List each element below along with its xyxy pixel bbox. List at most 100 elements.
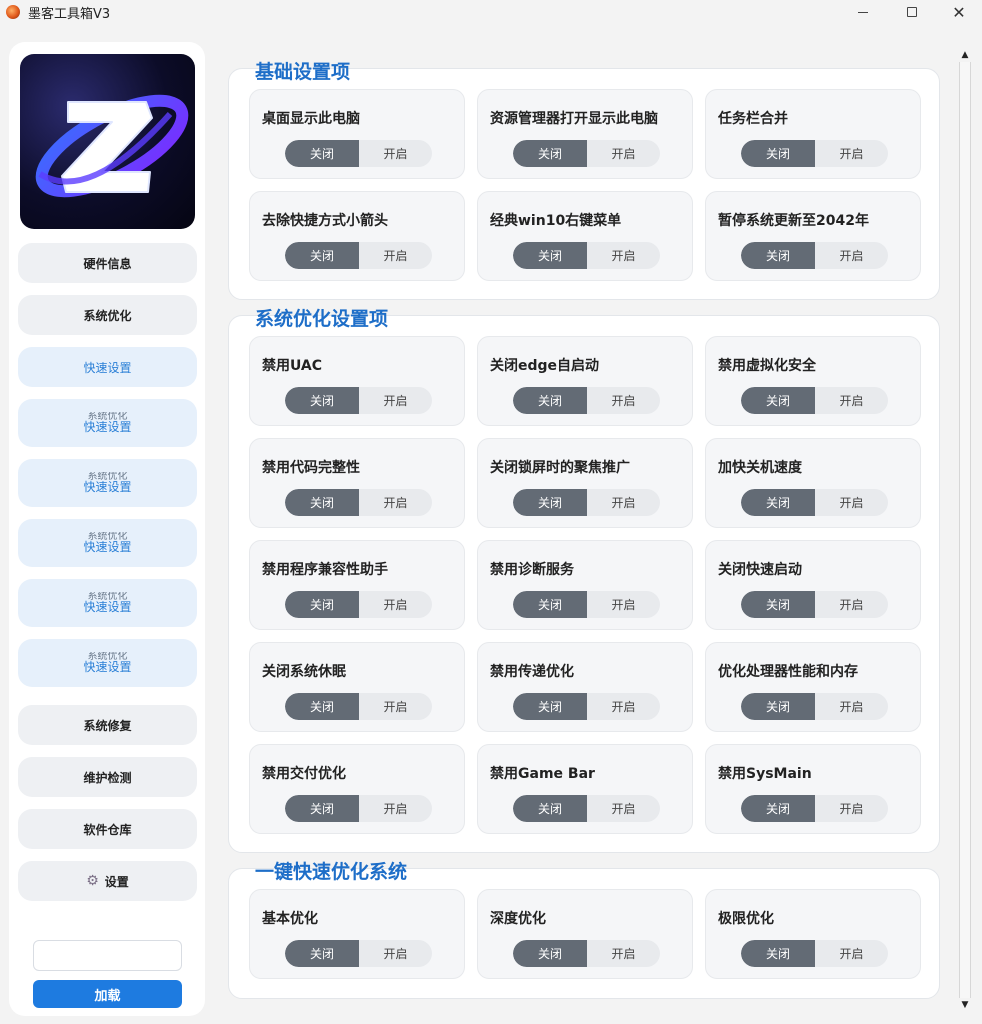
toggle-on-option[interactable]: 开启	[359, 591, 432, 618]
toggle-off-option[interactable]: 关闭	[285, 242, 359, 269]
toggle-on-option[interactable]: 开启	[587, 940, 660, 967]
nav-system-repair[interactable]: 系统修复	[18, 705, 197, 745]
toggle-off-option[interactable]: 关闭	[513, 591, 587, 618]
on-off-toggle[interactable]: 关闭 开启	[285, 591, 432, 618]
on-off-toggle[interactable]: 关闭 开启	[513, 591, 660, 618]
toggle-on-option[interactable]: 开启	[587, 489, 660, 516]
toggle-on-option[interactable]: 开启	[815, 387, 888, 414]
toggle-on-option[interactable]: 开启	[359, 795, 432, 822]
toggle-off-option[interactable]: 关闭	[285, 591, 359, 618]
maximize-button[interactable]	[889, 0, 935, 24]
toggle-on-option[interactable]: 开启	[815, 489, 888, 516]
minimize-button[interactable]	[840, 0, 886, 24]
on-off-toggle[interactable]: 关闭 开启	[741, 591, 888, 618]
toggle-off-option[interactable]: 关闭	[741, 489, 815, 516]
load-input[interactable]	[33, 940, 182, 971]
sidebar: 硬件信息 系统优化 快速设置 系统优化 快速设置 系统优化 快速设置 系统优化 …	[9, 42, 205, 1016]
toggle-off-option[interactable]: 关闭	[285, 387, 359, 414]
nav-hardware-info[interactable]: 硬件信息	[18, 243, 197, 283]
app-icon	[6, 5, 20, 19]
on-off-toggle[interactable]: 关闭 开启	[513, 140, 660, 167]
toggle-off-option[interactable]: 关闭	[513, 489, 587, 516]
on-off-toggle[interactable]: 关闭 开启	[741, 489, 888, 516]
toggle-off-option[interactable]: 关闭	[285, 140, 359, 167]
nav-quick-settings-4[interactable]: 系统优化 快速设置	[18, 519, 197, 567]
toggle-off-option[interactable]: 关闭	[741, 242, 815, 269]
on-off-toggle[interactable]: 关闭 开启	[285, 140, 432, 167]
toggle-off-option[interactable]: 关闭	[741, 387, 815, 414]
toggle-on-option[interactable]: 开启	[359, 242, 432, 269]
nav-quick-settings-5[interactable]: 系统优化 快速设置	[18, 579, 197, 627]
scroll-track[interactable]	[959, 62, 971, 998]
on-off-toggle[interactable]: 关闭 开启	[741, 795, 888, 822]
on-off-toggle[interactable]: 关闭 开启	[285, 489, 432, 516]
toggle-off-option[interactable]: 关闭	[741, 140, 815, 167]
on-off-toggle[interactable]: 关闭 开启	[741, 140, 888, 167]
toggle-on-option[interactable]: 开启	[815, 242, 888, 269]
on-off-toggle[interactable]: 关闭 开启	[513, 940, 660, 967]
toggle-on-option[interactable]: 开启	[587, 140, 660, 167]
toggle-on-option[interactable]: 开启	[359, 489, 432, 516]
setting-label: 桌面显示此电脑	[262, 111, 360, 127]
on-off-toggle[interactable]: 关闭 开启	[741, 940, 888, 967]
on-off-toggle[interactable]: 关闭 开启	[285, 693, 432, 720]
toggle-on-option[interactable]: 开启	[587, 591, 660, 618]
toggle-on-option[interactable]: 开启	[359, 387, 432, 414]
setting-label: 任务栏合并	[718, 111, 788, 127]
on-off-toggle[interactable]: 关闭 开启	[741, 693, 888, 720]
toggle-on-option[interactable]: 开启	[587, 387, 660, 414]
toggle-off-option[interactable]: 关闭	[285, 489, 359, 516]
toggle-off-option[interactable]: 关闭	[741, 940, 815, 967]
toggle-off-option[interactable]: 关闭	[741, 591, 815, 618]
toggle-on-option[interactable]: 开启	[815, 940, 888, 967]
nav-maintenance-check[interactable]: 维护检测	[18, 757, 197, 797]
close-button[interactable]: ✕	[936, 0, 982, 24]
toggle-off-option[interactable]: 关闭	[513, 242, 587, 269]
toggle-off-option[interactable]: 关闭	[513, 140, 587, 167]
nav-settings[interactable]: ⚙ 设置	[18, 861, 197, 901]
nav-software-store[interactable]: 软件仓库	[18, 809, 197, 849]
on-off-toggle[interactable]: 关闭 开启	[513, 489, 660, 516]
on-off-toggle[interactable]: 关闭 开启	[513, 795, 660, 822]
setting-card: 任务栏合并关闭 开启	[705, 89, 921, 179]
nav-quick-settings-3[interactable]: 系统优化 快速设置	[18, 459, 197, 507]
load-button[interactable]: 加载	[33, 980, 182, 1008]
toggle-off-option[interactable]: 关闭	[285, 940, 359, 967]
toggle-on-option[interactable]: 开启	[359, 940, 432, 967]
nav-system-optimize[interactable]: 系统优化	[18, 295, 197, 335]
toggle-off-option[interactable]: 关闭	[285, 693, 359, 720]
nav-ghost-label: 系统优化	[87, 652, 128, 660]
toggle-on-option[interactable]: 开启	[359, 140, 432, 167]
on-off-toggle[interactable]: 关闭 开启	[285, 387, 432, 414]
on-off-toggle[interactable]: 关闭 开启	[513, 242, 660, 269]
on-off-toggle[interactable]: 关闭 开启	[741, 387, 888, 414]
toggle-off-option[interactable]: 关闭	[513, 940, 587, 967]
vertical-scrollbar[interactable]: ▲ ▼	[956, 42, 974, 1018]
nav-quick-settings-2[interactable]: 系统优化 快速设置	[18, 399, 197, 447]
on-off-toggle[interactable]: 关闭 开启	[513, 387, 660, 414]
on-off-toggle[interactable]: 关闭 开启	[285, 940, 432, 967]
nav-label: 快速设置	[83, 420, 132, 434]
on-off-toggle[interactable]: 关闭 开启	[285, 795, 432, 822]
toggle-on-option[interactable]: 开启	[359, 693, 432, 720]
toggle-on-option[interactable]: 开启	[815, 591, 888, 618]
toggle-on-option[interactable]: 开启	[815, 140, 888, 167]
toggle-off-option[interactable]: 关闭	[513, 387, 587, 414]
toggle-on-option[interactable]: 开启	[815, 693, 888, 720]
on-off-toggle[interactable]: 关闭 开启	[741, 242, 888, 269]
nav-quick-settings-6[interactable]: 系统优化 快速设置	[18, 639, 197, 687]
setting-label: 关闭锁屏时的聚焦推广	[490, 460, 630, 476]
toggle-off-option[interactable]: 关闭	[285, 795, 359, 822]
toggle-off-option[interactable]: 关闭	[741, 693, 815, 720]
toggle-on-option[interactable]: 开启	[815, 795, 888, 822]
toggle-on-option[interactable]: 开启	[587, 795, 660, 822]
toggle-on-option[interactable]: 开启	[587, 693, 660, 720]
on-off-toggle[interactable]: 关闭 开启	[513, 693, 660, 720]
toggle-off-option[interactable]: 关闭	[513, 693, 587, 720]
toggle-off-option[interactable]: 关闭	[741, 795, 815, 822]
toggle-off-option[interactable]: 关闭	[513, 795, 587, 822]
nav-quick-settings[interactable]: 快速设置	[18, 347, 197, 387]
toggle-on-option[interactable]: 开启	[587, 242, 660, 269]
scroll-down-arrow-icon[interactable]: ▼	[956, 996, 974, 1014]
on-off-toggle[interactable]: 关闭 开启	[285, 242, 432, 269]
